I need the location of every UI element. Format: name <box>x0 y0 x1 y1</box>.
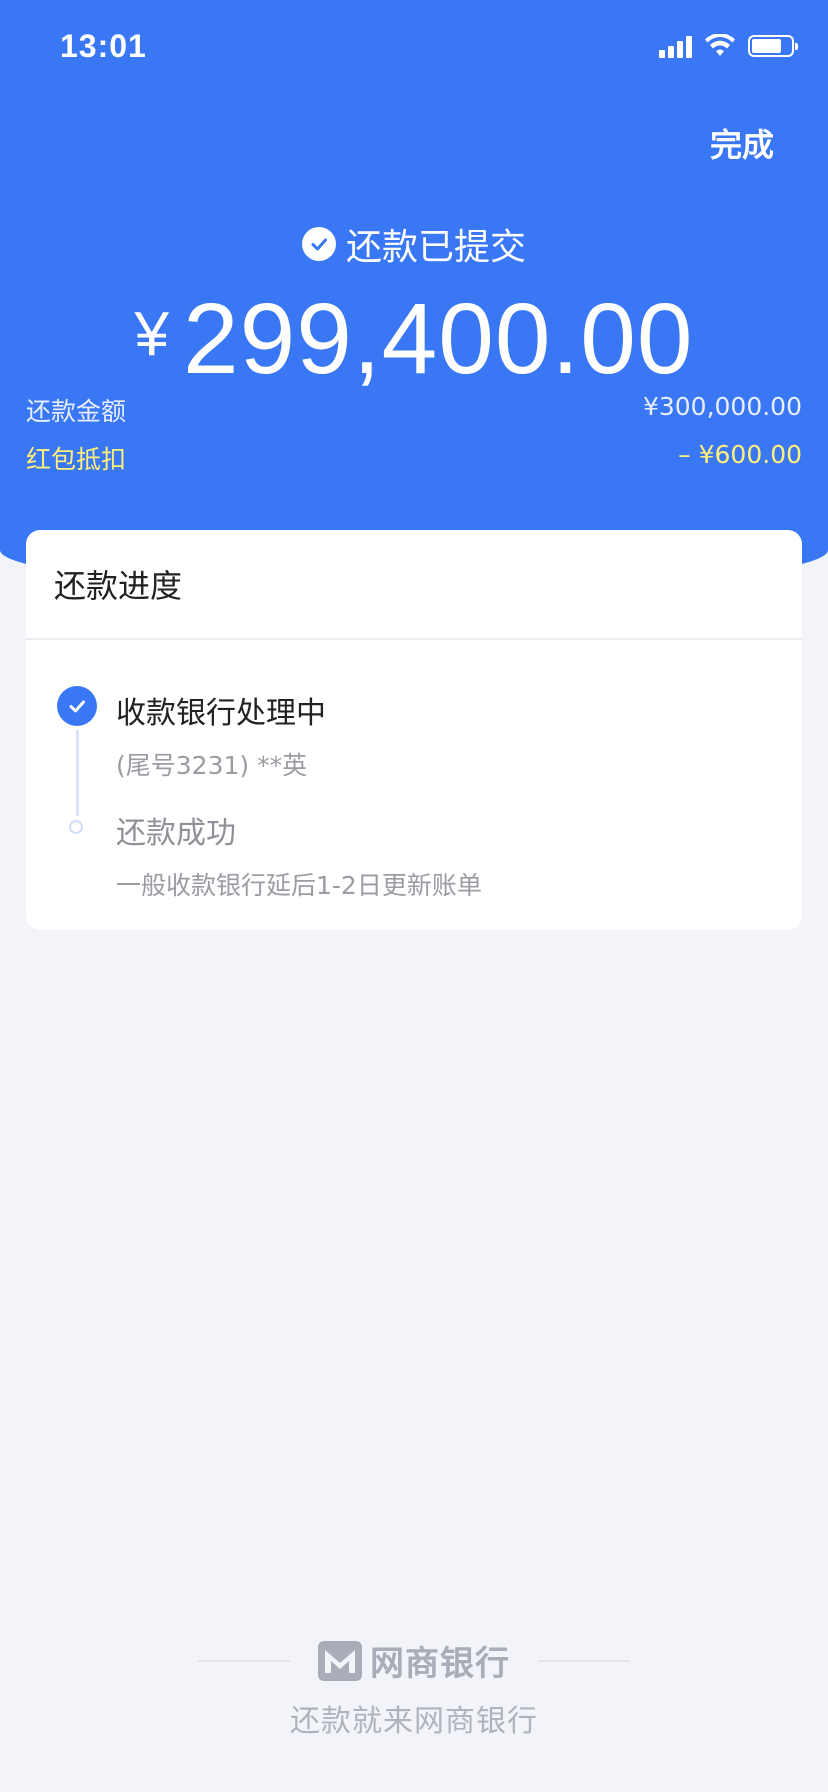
detail-label: 红包抵扣 <box>26 445 127 474</box>
step-title: 还款成功 <box>116 816 236 851</box>
step-pending-dot-icon <box>69 820 83 834</box>
progress-card: 还款进度 收款银行处理中 (尾号3231) **英 还款成功 一般收款银行延后1… <box>26 530 802 930</box>
currency-symbol: ¥ <box>134 300 169 369</box>
submit-status: 还款已提交 <box>0 218 828 270</box>
footer-logo: 网商银行 <box>0 1636 828 1685</box>
detail-label: 还款金额 <box>26 397 127 426</box>
step-connector-line <box>76 730 79 816</box>
footer-slogan: 还款就来网商银行 <box>290 1704 538 1739</box>
step-subtitle: 一般收款银行延后1-2日更新账单 <box>116 871 482 900</box>
wifi-icon <box>705 34 735 56</box>
detail-value: ¥300,000.00 <box>642 392 802 421</box>
logo-text: 网商银行 <box>370 1644 510 1684</box>
status-icons <box>659 34 798 58</box>
mybank-logo-icon <box>318 1640 362 1681</box>
step-title: 收款银行处理中 <box>116 696 326 731</box>
battery-icon <box>748 35 798 57</box>
detail-value: – ¥600.00 <box>678 440 802 469</box>
amount-value: 299,400.00 <box>182 283 694 395</box>
detail-row-coupon-deduction: 红包抵扣 – ¥600.00 <box>26 440 802 476</box>
repayment-amount: ¥299,400.00 <box>0 282 828 397</box>
step-check-icon <box>57 686 97 726</box>
submit-status-text: 还款已提交 <box>345 227 526 268</box>
divider <box>198 1659 290 1662</box>
progress-card-title: 还款进度 <box>26 530 802 640</box>
status-bar: 13:01 <box>0 0 828 100</box>
step-subtitle: (尾号3231) **英 <box>116 751 308 780</box>
logo: 网商银行 <box>318 1636 510 1685</box>
check-circle-icon <box>301 227 336 261</box>
detail-row-repay-amount: 还款金额 ¥300,000.00 <box>26 392 802 428</box>
divider <box>538 1659 630 1662</box>
status-time: 13:01 <box>60 28 147 64</box>
done-button[interactable]: 完成 <box>710 120 774 166</box>
signal-icon <box>659 34 692 58</box>
